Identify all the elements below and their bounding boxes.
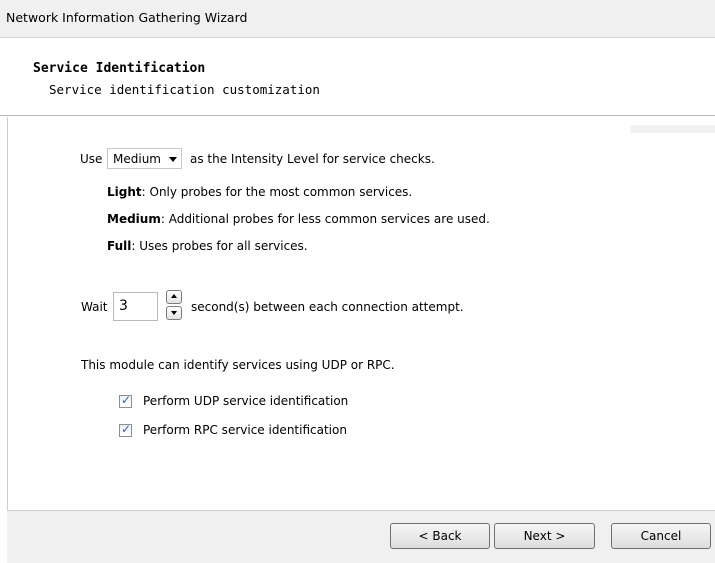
level-light: Light: Only probes for the most common s… <box>107 185 412 199</box>
back-button[interactable]: < Back <box>390 523 490 549</box>
wizard-header: Service Identification Service identific… <box>0 38 715 116</box>
page-subtitle: Service identification customization <box>49 82 320 97</box>
wizard-footer: < Back Next > Cancel <box>7 511 715 563</box>
checkmark-icon: ✓ <box>121 393 132 407</box>
page-title: Service Identification <box>33 61 206 76</box>
chevron-down-icon[interactable] <box>169 157 177 162</box>
next-button[interactable]: Next > <box>494 523 595 549</box>
intensity-select-value: Medium <box>113 152 161 166</box>
wait-seconds-value: 3 <box>119 298 128 314</box>
wait-prefix: Wait <box>81 300 108 314</box>
intensity-prefix: Use <box>80 152 103 166</box>
rpc-checkbox[interactable]: ✓ <box>119 422 132 437</box>
level-name: Full <box>107 239 132 253</box>
level-desc: : Additional probes for less common serv… <box>160 212 490 226</box>
window-title: Network Information Gathering Wizard <box>6 10 248 25</box>
spin-down-icon[interactable] <box>166 306 182 320</box>
spin-up-icon[interactable] <box>166 290 182 304</box>
wait-seconds-input[interactable]: 3 <box>113 292 158 321</box>
cancel-button[interactable]: Cancel <box>611 523 711 549</box>
intensity-select[interactable]: Medium <box>107 148 182 169</box>
level-desc: : Only probes for the most common servic… <box>141 185 413 199</box>
rpc-checkbox-label[interactable]: Perform RPC service identification <box>143 423 347 437</box>
udp-checkbox[interactable]: ✓ <box>119 393 132 408</box>
wizard-content: Use Medium as the Intensity Level for se… <box>7 117 715 510</box>
level-full: Full: Uses probes for all services. <box>107 239 308 253</box>
module-description: This module can identify services using … <box>81 358 395 372</box>
checkmark-icon: ✓ <box>121 422 132 436</box>
wait-suffix: second(s) between each connection attemp… <box>191 300 464 314</box>
divider-shade <box>630 125 715 133</box>
title-bar: Network Information Gathering Wizard <box>0 0 715 38</box>
udp-checkbox-label[interactable]: Perform UDP service identification <box>143 394 348 408</box>
intensity-suffix: as the Intensity Level for service check… <box>190 152 435 166</box>
level-name: Medium <box>107 212 161 226</box>
level-medium: Medium: Additional probes for less commo… <box>107 212 490 226</box>
level-name: Light <box>107 185 142 199</box>
level-desc: : Uses probes for all services. <box>131 239 308 253</box>
